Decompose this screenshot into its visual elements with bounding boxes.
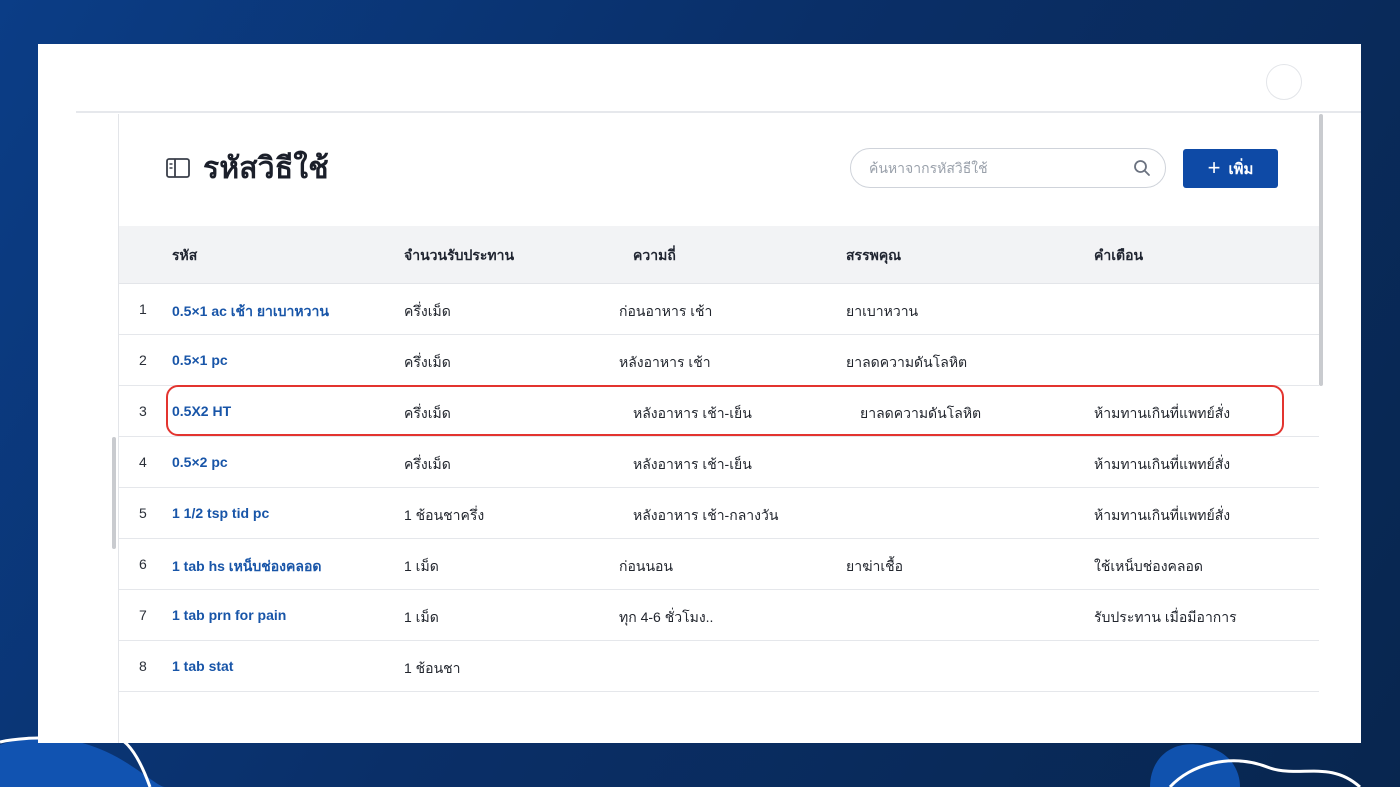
row-warning: ใช้เหน็บช่องคลอด bbox=[1094, 558, 1203, 574]
row-warning: ห้ามทานเกินที่แพทย์สั่ง bbox=[1094, 405, 1231, 421]
row-warning: ห้ามทานเกินที่แพทย์สั่ง bbox=[1094, 507, 1231, 523]
page-header: รหัสวิธีใช้ bbox=[165, 148, 329, 188]
table-row[interactable]: 1 0.5×1 ac เช้า ยาเบาหวาน ครึ่งเม็ด ก่อน… bbox=[119, 284, 1319, 335]
column-header-code[interactable]: รหัส bbox=[172, 245, 197, 267]
table-row[interactable]: 4 0.5×2 pc ครึ่งเม็ด หลังอาหาร เช้า-เย็น… bbox=[119, 437, 1319, 488]
row-dose: ครึ่งเม็ด bbox=[404, 456, 451, 472]
row-indication: ยาฆ่าเชื้อ bbox=[846, 558, 904, 574]
row-code-link[interactable]: 1 tab hs เหน็บช่องคลอด bbox=[172, 556, 321, 578]
row-index: 1 bbox=[139, 301, 147, 317]
column-header-frequency[interactable]: ความถี่ bbox=[633, 245, 676, 267]
table-row[interactable]: 2 0.5×1 pc ครึ่งเม็ด หลังอาหาร เช้า ยาลด… bbox=[119, 335, 1319, 386]
row-indication: ยาเบาหวาน bbox=[846, 303, 919, 319]
row-dose: ครึ่งเม็ด bbox=[404, 303, 451, 319]
row-dose: 1 ช้อนชาครึ่ง bbox=[404, 507, 485, 523]
row-index: 7 bbox=[139, 607, 147, 623]
table-row[interactable]: 5 1 1/2 tsp tid pc 1 ช้อนชาครึ่ง หลังอาห… bbox=[119, 488, 1319, 539]
top-divider bbox=[76, 111, 1361, 113]
row-code-link[interactable]: 0.5×1 pc bbox=[172, 352, 228, 368]
column-header-dose[interactable]: จำนวนรับประทาน bbox=[404, 245, 514, 267]
row-frequency: หลังอาหาร เช้า bbox=[619, 354, 711, 370]
row-index: 5 bbox=[139, 505, 147, 521]
usage-code-panel: รหัสวิธีใช้ + เพิ่ม รหัส จำนวนรับประทาน … bbox=[118, 114, 1319, 743]
search-box[interactable] bbox=[850, 148, 1166, 188]
row-index: 8 bbox=[139, 658, 147, 674]
row-code-link[interactable]: 1 tab stat bbox=[172, 658, 233, 674]
row-dose: ครึ่งเม็ด bbox=[404, 405, 451, 421]
screenshot-card: รหัสวิธีใช้ + เพิ่ม รหัส จำนวนรับประทาน … bbox=[38, 44, 1361, 743]
row-code-link[interactable]: 0.5X2 HT bbox=[172, 403, 231, 419]
row-index: 6 bbox=[139, 556, 147, 572]
right-scrollbar[interactable] bbox=[1319, 114, 1323, 386]
row-warning: ห้ามทานเกินที่แพทย์สั่ง bbox=[1094, 456, 1231, 472]
table-row[interactable]: 7 1 tab prn for pain 1 เม็ด ทุก 4-6 ชั่ว… bbox=[119, 590, 1319, 641]
row-code-link[interactable]: 0.5×1 ac เช้า ยาเบาหวาน bbox=[172, 301, 329, 323]
table-header: รหัส จำนวนรับประทาน ความถี่ สรรพคุณ คำเต… bbox=[119, 226, 1319, 284]
row-index: 2 bbox=[139, 352, 147, 368]
row-frequency: ก่อนนอน bbox=[619, 558, 674, 574]
search-icon[interactable] bbox=[1133, 159, 1151, 177]
row-index: 3 bbox=[139, 403, 147, 419]
row-frequency: หลังอาหาร เช้า-เย็น bbox=[633, 405, 752, 421]
row-dose: 1 เม็ด bbox=[404, 558, 439, 574]
row-code-link[interactable]: 1 tab prn for pain bbox=[172, 607, 286, 623]
add-button-label: เพิ่ม bbox=[1228, 160, 1254, 178]
table-row[interactable]: 3 0.5X2 HT ครึ่งเม็ด หลังอาหาร เช้า-เย็น… bbox=[119, 386, 1319, 437]
page-title: รหัสวิธีใช้ bbox=[203, 151, 329, 185]
column-header-warning[interactable]: คำเตือน bbox=[1094, 245, 1143, 267]
search-input[interactable] bbox=[867, 159, 1133, 177]
table-row[interactable]: 8 1 tab stat 1 ช้อนชา bbox=[119, 641, 1319, 692]
row-frequency: หลังอาหาร เช้า-กลางวัน bbox=[633, 507, 779, 523]
row-indication: ยาลดความดันโลหิต bbox=[860, 405, 982, 421]
add-button[interactable]: + เพิ่ม bbox=[1183, 149, 1278, 188]
row-dose: ครึ่งเม็ด bbox=[404, 354, 451, 370]
row-frequency: ทุก 4-6 ชั่วโมง.. bbox=[619, 609, 714, 625]
left-scrollbar[interactable] bbox=[112, 437, 116, 549]
row-code-link[interactable]: 1 1/2 tsp tid pc bbox=[172, 505, 269, 521]
row-dose: 1 เม็ด bbox=[404, 609, 439, 625]
row-indication: ยาลดความดันโลหิต bbox=[846, 354, 968, 370]
avatar[interactable] bbox=[1266, 64, 1302, 100]
row-frequency: ก่อนอาหาร เช้า bbox=[619, 303, 713, 319]
row-frequency: หลังอาหาร เช้า-เย็น bbox=[633, 456, 752, 472]
book-open-icon bbox=[166, 158, 190, 178]
column-header-indication[interactable]: สรรพคุณ bbox=[846, 245, 901, 267]
table-row[interactable]: 6 1 tab hs เหน็บช่องคลอด 1 เม็ด ก่อนนอน … bbox=[119, 539, 1319, 590]
row-dose: 1 ช้อนชา bbox=[404, 660, 461, 676]
row-index: 4 bbox=[139, 454, 147, 470]
plus-icon: + bbox=[1207, 154, 1221, 180]
row-warning: รับประทาน เมื่อมีอาการ bbox=[1094, 609, 1237, 625]
row-code-link[interactable]: 0.5×2 pc bbox=[172, 454, 228, 470]
